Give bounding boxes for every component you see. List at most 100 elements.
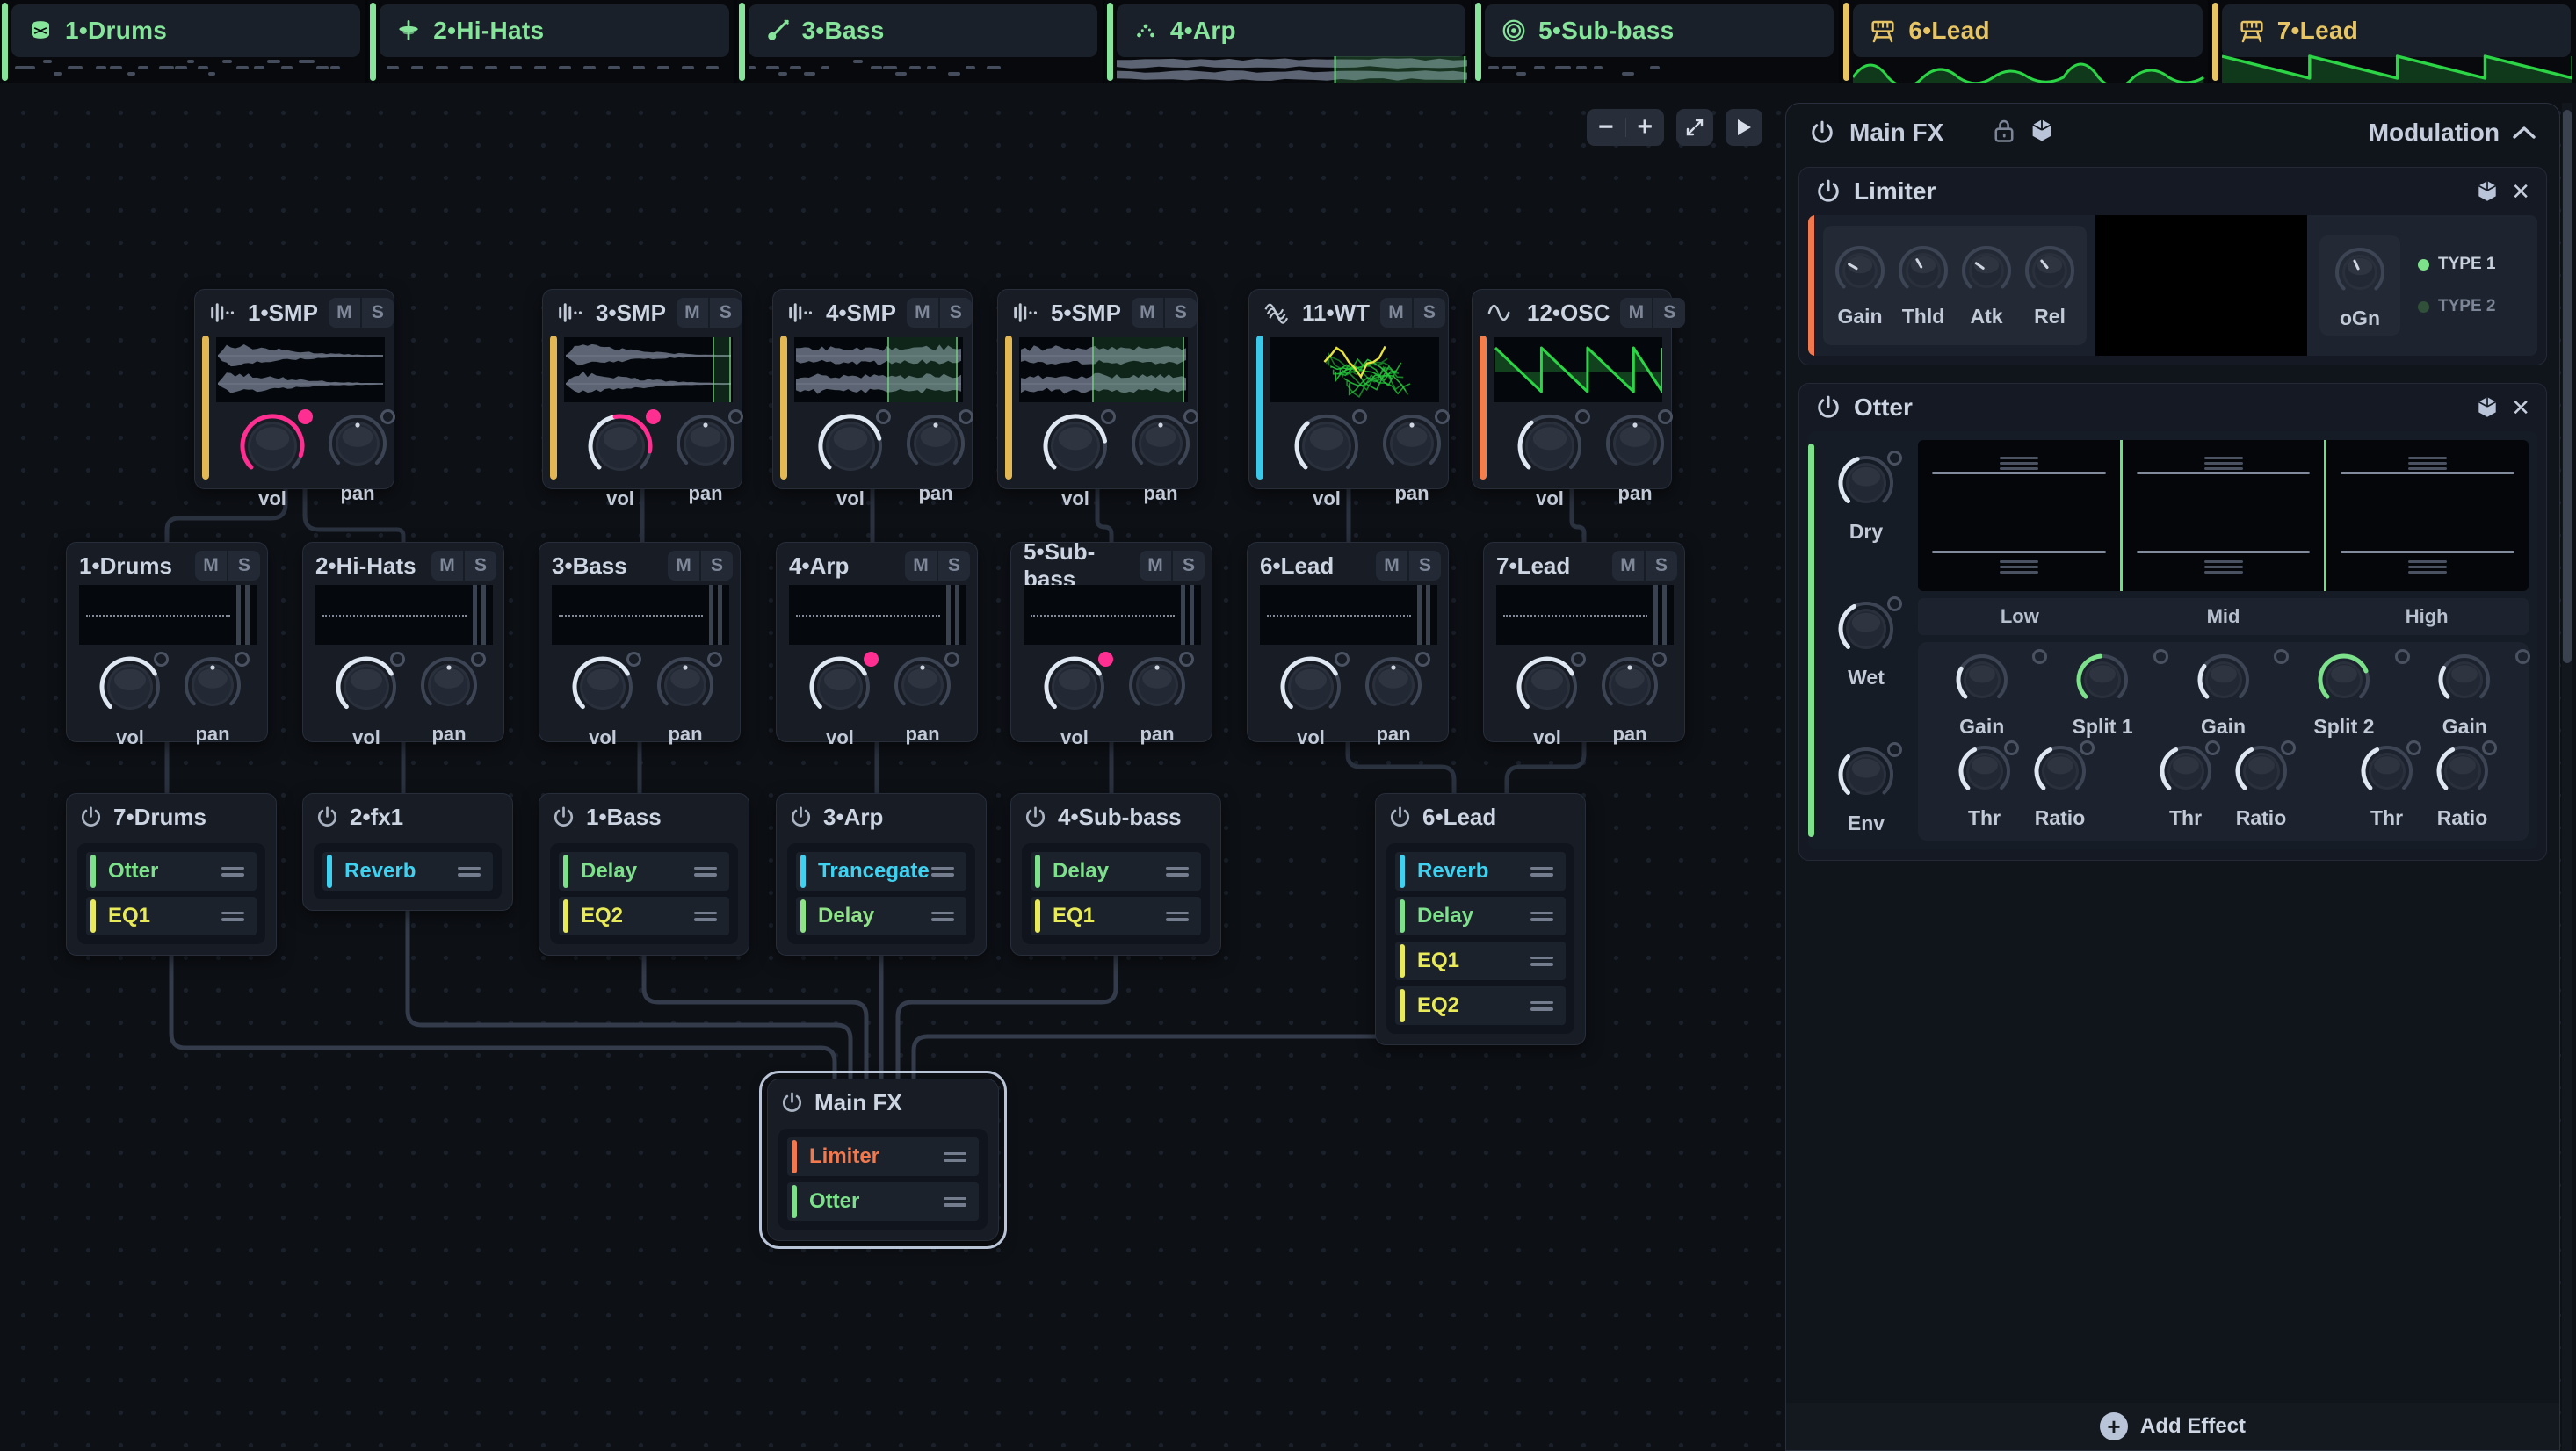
vol-knob[interactable]: vol — [333, 653, 400, 749]
pan-knob[interactable]: pan — [417, 653, 481, 746]
play-button[interactable] — [1726, 109, 1762, 146]
fx-chain-node-7•Drums[interactable]: 7•DrumsOtterEQ1 — [66, 793, 277, 956]
pan-knob[interactable]: pan — [903, 411, 968, 505]
otter-knob-split-2[interactable]: Split 2 — [2283, 651, 2404, 739]
track-header[interactable]: 6•Lead — [1853, 4, 2202, 57]
mute-button[interactable]: M — [1612, 551, 1644, 581]
fit-view-button[interactable] — [1676, 109, 1713, 146]
cube-icon[interactable] — [2476, 179, 2499, 204]
track-6[interactable]: 6•Lead — [1842, 0, 2207, 83]
mute-button[interactable]: M — [668, 551, 699, 581]
band-gain-line[interactable] — [1932, 551, 2106, 553]
mute-button[interactable]: M — [431, 551, 463, 581]
pan-knob[interactable]: pan — [1598, 653, 1661, 746]
cube-icon[interactable] — [2476, 395, 2499, 420]
power-icon[interactable] — [1815, 394, 1842, 421]
fx-item-Delay[interactable]: Delay — [1031, 852, 1201, 891]
fx-item-Limiter[interactable]: Limiter — [787, 1137, 979, 1176]
mute-button[interactable]: M — [677, 298, 708, 328]
instrument-node-1•SMP[interactable]: 1•SMPMSvolpan — [194, 289, 394, 489]
band-gain-line[interactable] — [2408, 454, 2447, 473]
fx-item-EQ2[interactable]: EQ2 — [1395, 986, 1566, 1025]
power-icon[interactable] — [1815, 178, 1842, 205]
track-5[interactable]: 5•Sub-bass — [1473, 0, 1839, 83]
close-icon[interactable]: ✕ — [2511, 178, 2530, 206]
mute-button[interactable]: M — [1132, 298, 1163, 328]
waveform-display[interactable] — [564, 337, 733, 402]
fx-item-Delay[interactable]: Delay — [796, 897, 966, 935]
solo-button[interactable]: S — [938, 551, 970, 581]
otter-band-high[interactable] — [2326, 440, 2529, 591]
instrument-node-4•SMP[interactable]: 4•SMPMSvolpan — [772, 289, 973, 489]
mute-button[interactable]: M — [1380, 298, 1412, 328]
fx-chain-node-4•Sub-bass[interactable]: 4•Sub-bassDelayEQ1 — [1010, 793, 1221, 956]
instrument-node-3•SMP[interactable]: 3•SMPMSvolpan — [542, 289, 742, 489]
mute-button[interactable]: M — [907, 298, 938, 328]
waveform-display[interactable] — [1270, 337, 1439, 402]
add-effect-button[interactable]: + Add Effect — [1786, 1403, 2559, 1450]
scrollbar-thumb[interactable] — [2563, 110, 2572, 663]
channel-node-1•Drums[interactable]: 1•DrumsMSvolpan — [66, 542, 268, 742]
drag-handle-icon[interactable] — [944, 1149, 966, 1166]
track-header[interactable]: 2•Hi-Hats — [380, 4, 728, 57]
mute-button[interactable]: M — [905, 551, 937, 581]
track-header[interactable]: 7•Lead — [2222, 4, 2571, 57]
band-gain-line[interactable] — [2137, 551, 2311, 553]
selection-region[interactable] — [1092, 337, 1185, 402]
limiter-knob-atk[interactable]: Atk — [1958, 242, 2015, 328]
drag-handle-icon[interactable] — [931, 863, 954, 880]
track-2[interactable]: 2•Hi-Hats — [368, 0, 734, 83]
otter-knob-gain[interactable]: Gain — [1921, 651, 2042, 739]
otter-band-display[interactable] — [1918, 440, 2529, 591]
solo-button[interactable]: S — [710, 298, 742, 328]
drag-handle-icon[interactable] — [1166, 908, 1189, 925]
solo-button[interactable]: S — [1646, 551, 1677, 581]
band-gain-line[interactable] — [2000, 558, 2038, 576]
drag-handle-icon[interactable] — [1530, 998, 1553, 1014]
fx-item-Otter[interactable]: Otter — [787, 1182, 979, 1221]
vol-knob[interactable]: vol — [97, 653, 163, 749]
track-1[interactable]: 1•Drums — [0, 0, 365, 83]
waveform-display[interactable] — [794, 337, 963, 402]
waveform-display[interactable] — [216, 337, 385, 402]
zoom-out-button[interactable]: − — [1587, 109, 1625, 146]
fx-item-EQ1[interactable]: EQ1 — [1395, 942, 1566, 980]
vol-knob[interactable]: vol — [1041, 653, 1108, 749]
track-3[interactable]: 3•Bass — [737, 0, 1103, 83]
otter-wet-knob[interactable]: Wet — [1835, 598, 1897, 689]
otter-knob-ratio[interactable]: Ratio — [2434, 742, 2492, 830]
fx-item-Reverb[interactable]: Reverb — [322, 852, 493, 891]
fx-item-EQ2[interactable]: EQ2 — [559, 897, 729, 935]
solo-button[interactable]: S — [940, 298, 972, 328]
drag-handle-icon[interactable] — [1530, 863, 1553, 880]
otter-dry-knob[interactable]: Dry — [1835, 452, 1897, 544]
band-gain-line[interactable] — [2204, 454, 2243, 473]
track-header[interactable]: 3•Bass — [749, 4, 1097, 57]
pan-knob[interactable]: pan — [181, 653, 244, 746]
track-header[interactable]: 4•Arp — [1117, 4, 1465, 57]
channel-node-7•Lead[interactable]: 7•LeadMSvolpan — [1483, 542, 1685, 742]
drag-handle-icon[interactable] — [944, 1194, 966, 1210]
band-gain-line[interactable] — [2408, 558, 2447, 576]
selection-region[interactable] — [887, 337, 959, 402]
vol-knob[interactable]: vol — [237, 411, 308, 510]
drag-handle-icon[interactable] — [221, 863, 244, 880]
cube-icon[interactable] — [2030, 118, 2054, 148]
fx-item-Delay[interactable]: Delay — [1395, 897, 1566, 935]
vol-knob[interactable]: vol — [569, 653, 636, 749]
track-4[interactable]: 4•Arp — [1105, 0, 1471, 83]
drag-handle-icon[interactable] — [931, 908, 954, 925]
mute-button[interactable]: M — [1620, 298, 1652, 328]
track-header[interactable]: 5•Sub-bass — [1485, 4, 1834, 57]
vol-knob[interactable]: vol — [807, 653, 873, 749]
otter-knob-gain[interactable]: Gain — [2163, 651, 2283, 739]
otter-knob-thr[interactable]: Thr — [1956, 742, 2014, 830]
drag-handle-icon[interactable] — [221, 908, 244, 925]
power-icon[interactable] — [79, 805, 103, 829]
vol-knob[interactable]: vol — [1277, 653, 1344, 749]
band-gain-line[interactable] — [2204, 558, 2243, 576]
close-icon[interactable]: ✕ — [2511, 394, 2530, 422]
output-gain-knob[interactable]: oGn — [2332, 244, 2388, 330]
vol-knob[interactable]: vol — [1040, 411, 1111, 510]
fx-chain-node-3•Arp[interactable]: 3•ArpTrancegateDelay — [776, 793, 987, 956]
